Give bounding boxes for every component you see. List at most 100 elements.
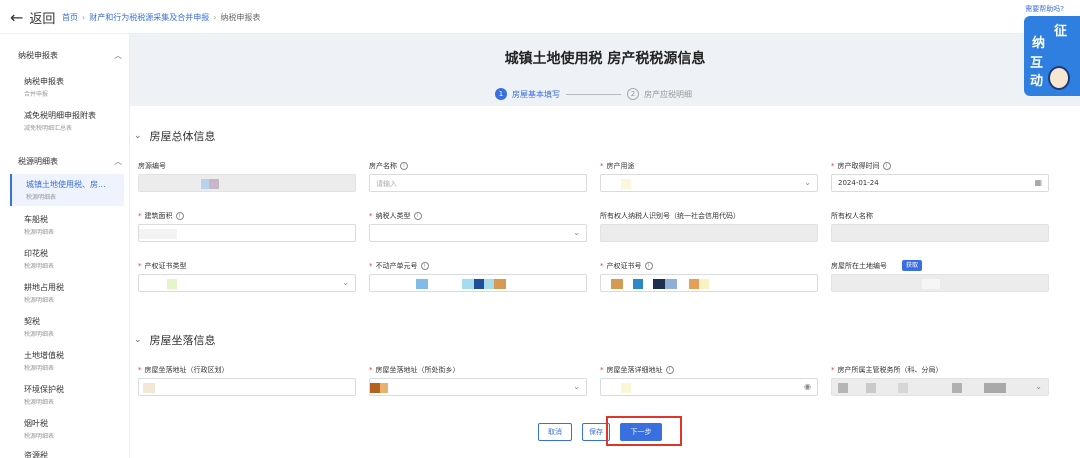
info-icon[interactable]: i <box>400 162 408 170</box>
back-label: 返回 <box>29 12 56 27</box>
house-id-field <box>138 174 356 192</box>
section-title: 房屋总体信息 <box>149 130 216 143</box>
redacted-block <box>139 229 177 239</box>
header-banner: 城镇土地使用税 房产税税源信息 1 房屋基本填写 2 房产应税明细 <box>130 34 1080 106</box>
owner-tax-id-field <box>600 224 818 242</box>
redacted-block <box>370 383 380 393</box>
owner-name-field <box>831 224 1049 242</box>
highlight-box <box>606 416 682 446</box>
sidebar-item-label: 契税 <box>24 317 40 326</box>
info-icon[interactable]: i <box>665 366 674 374</box>
chevron-up-icon: ︿ <box>114 157 122 166</box>
label-text: 房产名称 <box>369 162 397 170</box>
mascot-badge[interactable]: 征 纳 互 动 <box>1024 16 1080 96</box>
info-icon[interactable]: i <box>175 212 184 220</box>
mascot-face-icon <box>1048 66 1070 90</box>
mascot-char: 纳 <box>1032 36 1046 51</box>
label-text: 房屋坐落地址（所处街乡） <box>375 366 460 374</box>
label-text: 房屋坐落详细地址 <box>606 366 663 374</box>
redacted-block <box>143 383 155 393</box>
mascot-char: 动 <box>1030 74 1044 89</box>
label-text: 产权证书号 <box>606 262 642 270</box>
sidebar-item-sublabel: 税源明细表 <box>24 331 55 338</box>
sidebar-item-label: 纳税申报表 <box>24 77 64 86</box>
unit-no-input[interactable] <box>369 274 587 292</box>
location-pin-icon[interactable]: ◉ <box>804 382 811 391</box>
step-2-label: 房产应税明细 <box>644 89 692 99</box>
info-icon[interactable]: i <box>644 262 653 270</box>
field-label-property-use: * 房产用途 <box>600 161 635 171</box>
sidebar-item-exemption-schedule[interactable]: 减免税明细申报附表 减免税明细汇总表 <box>24 110 124 132</box>
back-button[interactable]: ← 返回 <box>10 8 55 27</box>
info-icon[interactable]: i <box>882 162 891 170</box>
cancel-button[interactable]: 取消 <box>538 423 572 441</box>
sidebar-item-label: 车船税 <box>24 215 48 224</box>
redacted-block <box>621 383 631 393</box>
floor-area-input[interactable] <box>138 224 356 242</box>
top-bar: ← 返回 首页 › 财产和行为税税源采集及合并申报 › 纳税申报表 需要帮助吗? <box>0 0 1080 34</box>
required-mark: * <box>369 212 373 220</box>
step-1-label: 房屋基本填写 <box>512 89 560 99</box>
address-detail-input[interactable]: ◉ <box>600 378 818 396</box>
land-no-field <box>831 274 1049 292</box>
help-link[interactable]: 需要帮助吗? <box>1025 4 1064 14</box>
address-street-select[interactable]: ⌄ <box>369 378 587 396</box>
redacted-block <box>838 383 848 393</box>
breadcrumb-section[interactable]: 财产和行为税税源采集及合并申报 <box>89 13 209 22</box>
step-1-number: 1 <box>495 88 507 100</box>
step-indicator: 1 房屋基本填写 2 房产应税明细 <box>495 88 692 100</box>
required-mark: * <box>600 262 604 270</box>
field-label-property-name: 房产名称 i <box>369 161 408 171</box>
required-mark: * <box>600 366 604 374</box>
required-mark: * <box>600 162 604 170</box>
mascot-char: 互 <box>1030 56 1044 71</box>
sidebar-item-farmland-tax[interactable]: 耕地占用税 税源明细表 <box>24 282 124 304</box>
label-text: 房产所属主管税务所（科、分局） <box>837 366 943 374</box>
label-text: 不动产单元号 <box>375 262 418 270</box>
sidebar-item-label: 资源税 <box>24 451 48 458</box>
label-text: 产权证书类型 <box>144 262 187 270</box>
field-label-tax-office: * 房产所属主管税务所（科、分局） <box>831 365 943 375</box>
taxpayer-type-select[interactable]: ⌄ <box>369 224 587 242</box>
sidebar-item-tax-return[interactable]: 纳税申报表 合并申报 <box>24 76 124 98</box>
required-mark: * <box>138 212 142 220</box>
sidebar-item-land-vat[interactable]: 土地增值税 税源明细表 <box>24 350 124 372</box>
sidebar-group-returns[interactable]: 纳税申报表 ︿ <box>18 50 122 61</box>
sidebar-item-deed-tax[interactable]: 契税 税源明细表 <box>24 316 124 338</box>
property-name-input[interactable]: 请输入 <box>369 174 587 192</box>
redacted-block <box>621 179 631 189</box>
label-text: 建筑面积 <box>144 212 173 220</box>
sidebar-item-land-property-tax[interactable]: 城镇土地使用税、房... 税源明细表 <box>10 174 124 206</box>
address-district-select[interactable] <box>138 378 356 396</box>
breadcrumb-current: 纳税申报表 <box>220 13 261 22</box>
breadcrumb-home[interactable]: 首页 <box>62 13 78 22</box>
info-icon[interactable]: i <box>420 262 429 270</box>
field-label-cert-no: * 产权证书号 i <box>600 261 653 271</box>
sidebar-group-source-details[interactable]: 税源明细表 ︿ <box>18 156 122 167</box>
info-icon[interactable]: i <box>413 212 422 220</box>
sidebar-item-env-tax[interactable]: 环境保护税 税源明细表 <box>24 384 124 406</box>
sidebar-item-label: 环境保护税 <box>24 385 64 394</box>
sidebar-item-tobacco-tax[interactable]: 烟叶税 税源明细表 <box>24 418 124 440</box>
field-label-owner-tax-id: 所有权人纳税人识别号（统一社会信用代码） <box>600 211 740 221</box>
chevron-down-icon: ⌄ <box>134 335 142 345</box>
sidebar-item-vehicle-tax[interactable]: 车船税 税源明细表 <box>24 214 124 236</box>
property-use-select[interactable]: ⌄ <box>600 174 818 192</box>
redacted-block <box>416 279 428 289</box>
placeholder-text: 请输入 <box>376 180 397 188</box>
cert-no-input[interactable] <box>600 274 818 292</box>
chevron-down-icon: ⌄ <box>342 278 349 287</box>
sidebar-item-sublabel: 税源明细表 <box>24 433 55 440</box>
acquire-date-picker[interactable]: 2024-01-24 ▦ <box>831 174 1049 192</box>
chevron-up-icon: ︿ <box>114 51 122 60</box>
redacted-block <box>898 383 908 393</box>
get-land-no-button[interactable]: 获取 <box>902 260 923 271</box>
step-2-number: 2 <box>627 88 639 100</box>
cert-type-select[interactable]: ⌄ <box>138 274 356 292</box>
section-house-overview[interactable]: ⌄ 房屋总体信息 <box>134 128 216 144</box>
section-house-location[interactable]: ⌄ 房屋坐落信息 <box>134 332 216 348</box>
sidebar-item-stamp-tax[interactable]: 印花税 税源明细表 <box>24 248 124 270</box>
field-label-owner-name: 所有权人名称 <box>831 211 873 221</box>
sidebar-item-resource-tax[interactable]: 资源税 <box>24 450 124 458</box>
sidebar-item-label: 耕地占用税 <box>24 283 64 292</box>
